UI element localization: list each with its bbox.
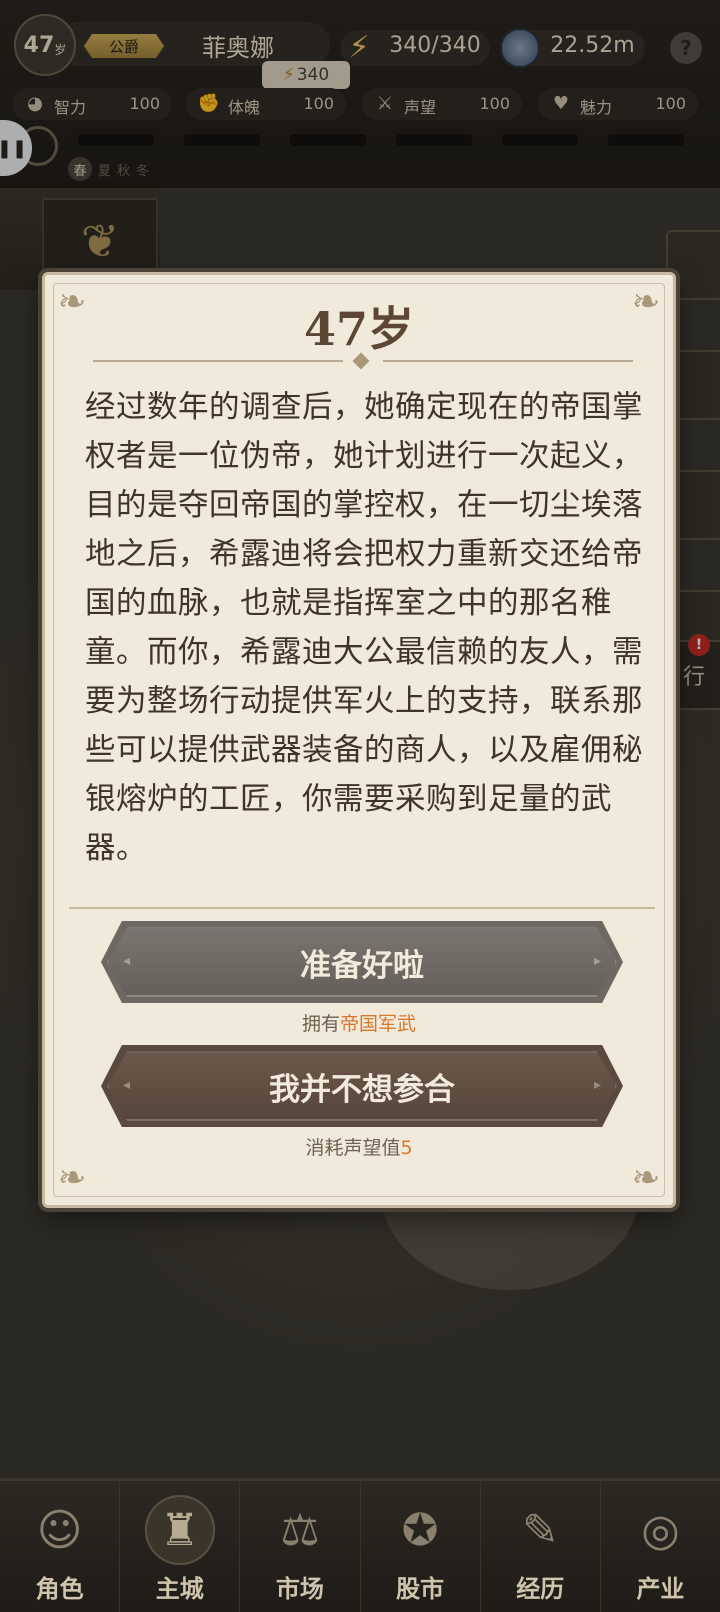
event-dialog: ❧ ❧ ❧ ❧ 47岁 经过数年的调查后，她确定现在的帝国掌权者是一位伪帝，她计… bbox=[42, 272, 676, 1208]
scroll-icon: ✎ bbox=[521, 1504, 559, 1556]
arrow-right-icon: ▸ bbox=[593, 1077, 601, 1093]
scale-icon: ⚖ bbox=[280, 1504, 320, 1556]
nav-label: 市场 bbox=[275, 1574, 324, 1603]
ready-button-label: 准备好啦 bbox=[300, 947, 424, 984]
arrow-left-icon: ◂ bbox=[123, 1077, 131, 1093]
title-divider bbox=[93, 352, 633, 370]
requirement-item: 帝国军武 bbox=[340, 1013, 417, 1035]
story-text: 经过数年的调查后，她确定现在的帝国掌权者是一位伪帝，她计划进行一次起义，目的是夺… bbox=[85, 390, 643, 866]
requirement-prefix: 拥有 bbox=[301, 1013, 340, 1035]
arrow-left-icon: ◂ bbox=[123, 953, 131, 969]
decline-button[interactable]: ◂ 我并不想参合 ▸ bbox=[101, 1045, 623, 1127]
coins-icon: ◎ bbox=[641, 1504, 680, 1556]
nav-main-city[interactable]: ♜ 主城 bbox=[120, 1481, 241, 1612]
nav-label: 经历 bbox=[516, 1574, 565, 1603]
character-icon: ☺ bbox=[36, 1504, 83, 1556]
decline-button-label: 我并不想参合 bbox=[269, 1071, 455, 1108]
stock-icon: ✪ bbox=[401, 1504, 439, 1556]
castle-icon: ♜ bbox=[144, 1495, 215, 1565]
decline-cost: 消耗声望值5 bbox=[45, 1133, 673, 1160]
ready-requirement: 拥有帝国军武 bbox=[45, 1009, 673, 1036]
nav-history[interactable]: ✎ 经历 bbox=[481, 1481, 601, 1612]
corner-ornament-icon: ❧ bbox=[631, 1158, 661, 1198]
arrow-right-icon: ▸ bbox=[593, 953, 601, 969]
nav-stock[interactable]: ✪ 股市 bbox=[361, 1481, 481, 1612]
nav-label: 股市 bbox=[396, 1574, 445, 1603]
nav-label: 产业 bbox=[636, 1574, 685, 1603]
nav-label: 主城 bbox=[155, 1574, 204, 1603]
cost-prefix: 消耗声望值 bbox=[305, 1137, 401, 1159]
nav-label: 角色 bbox=[35, 1574, 84, 1603]
ready-button[interactable]: ◂ 准备好啦 ▸ bbox=[101, 921, 623, 1003]
nav-character[interactable]: ☺ 角色 bbox=[0, 1481, 121, 1612]
corner-ornament-icon: ❧ bbox=[57, 1158, 87, 1198]
nav-industry[interactable]: ◎ 产业 bbox=[601, 1481, 720, 1612]
nav-market[interactable]: ⚖ 市场 bbox=[240, 1481, 361, 1612]
story-divider bbox=[69, 903, 655, 913]
dialog-title: 47岁 bbox=[303, 302, 414, 356]
cost-value: 5 bbox=[400, 1137, 413, 1159]
bottom-nav: ☺ 角色 ♜ 主城 ⚖ 市场 ✪ 股市 ✎ 经历 ◎ 产业 bbox=[0, 1478, 720, 1612]
